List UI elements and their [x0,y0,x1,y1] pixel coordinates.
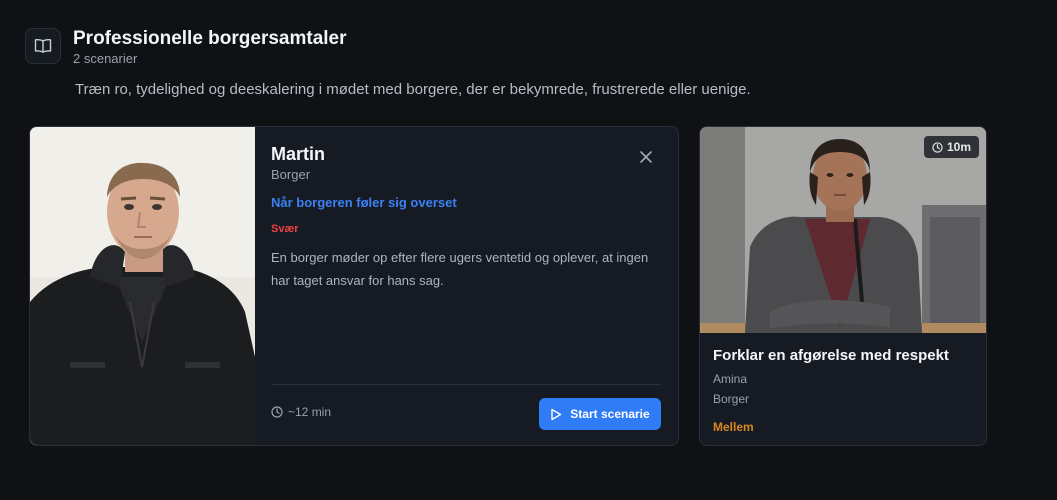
character-role: Borger [713,392,750,406]
difficulty-label: Svær [271,223,299,235]
scenario-card-title: Forklar en afgørelse med respekt [713,347,949,364]
expanded-card-body: Martin Borger Når borgeren føler sig ove… [271,127,678,445]
duration-info: ~12 min [271,405,331,419]
section-description: Træn ro, tydelighed og deeskalering i mø… [75,81,751,98]
expanded-scenario-card: Martin Borger Når borgeren føler sig ove… [29,126,679,446]
duration-badge: 10m [923,136,979,158]
clock-icon [932,141,943,153]
scenario-card[interactable]: 10m Forklar en afgørelse med respekt Ami… [699,126,987,446]
book-open-icon [25,28,61,64]
card-divider [271,384,661,385]
scenario-count: 2 scenarier [73,51,138,66]
clock-icon [271,406,283,418]
close-button[interactable] [636,147,656,167]
section-title: Professionelle borgersamtaler [73,28,347,49]
scenario-description: En borger møder op efter flere ugers ven… [271,250,649,288]
character-role: Borger [271,167,311,182]
start-scenario-button[interactable]: Start scenarie [539,398,661,430]
scenario-section: Professionelle borgersamtaler 2 scenarie… [0,0,1057,500]
character-name: Amina [713,372,748,386]
duration-text: ~12 min [288,405,332,419]
difficulty-label: Mellem [713,420,754,434]
close-icon [640,151,652,163]
amina-photo: 10m [700,127,986,333]
character-name: Martin [271,144,325,164]
duration-badge-text: 10m [946,140,971,154]
play-icon [551,408,562,420]
martin-photo [30,127,255,445]
scenario-title: Når borgeren føler sig overset [271,195,457,210]
start-scenario-label: Start scenarie [570,407,650,421]
